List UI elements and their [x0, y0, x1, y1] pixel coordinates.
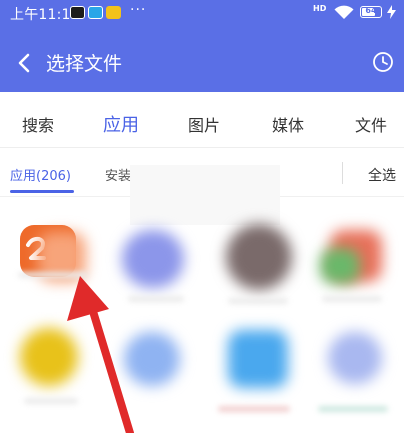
app-tile[interactable]: [226, 224, 292, 290]
tab-images[interactable]: 图片: [188, 112, 220, 136]
tab-apps[interactable]: 应用: [103, 111, 139, 137]
app-label: [24, 398, 78, 404]
page-title: 选择文件: [46, 53, 123, 75]
app-label: [228, 298, 288, 304]
app-tile[interactable]: [320, 248, 360, 284]
app-label: [318, 406, 388, 412]
app-header: 选择文件: [0, 38, 404, 88]
battery-percent: 64: [365, 6, 377, 15]
app-label: [322, 296, 382, 302]
battery-icon: 64: [360, 6, 382, 18]
select-all-button[interactable]: 全选: [368, 165, 396, 185]
app-tile[interactable]: [328, 332, 382, 384]
divider: [342, 162, 343, 184]
divider: [0, 147, 404, 148]
tab-files[interactable]: 文件: [355, 112, 387, 136]
subtab-apps[interactable]: 应用(206): [10, 165, 71, 184]
app-tile[interactable]: [20, 328, 78, 386]
back-button[interactable]: [12, 48, 36, 78]
wifi-icon: [334, 5, 354, 19]
app-label: [218, 406, 290, 412]
app-tile[interactable]: [228, 330, 288, 388]
network-hd-icon: HD: [313, 4, 327, 13]
tab-media[interactable]: 媒体: [272, 112, 304, 136]
clock-icon[interactable]: [372, 51, 394, 73]
app-grid: [0, 200, 404, 433]
notification-app-icon: [70, 6, 85, 19]
notification-app-icon: [88, 6, 103, 19]
charging-icon: [387, 5, 396, 19]
app-tile[interactable]: [124, 332, 180, 386]
status-bar: 上午11:14 ··· HD 64: [0, 0, 404, 26]
app-label: [128, 296, 184, 302]
app-tile[interactable]: [122, 230, 184, 288]
subtab-installed[interactable]: 安装: [105, 165, 131, 184]
app-label: [18, 272, 88, 278]
more-notifications-icon: ···: [130, 2, 147, 18]
active-subtab-indicator: [10, 190, 74, 193]
notification-app-icon: [106, 6, 121, 19]
category-tabs: 搜索 应用 图片 媒体 文件: [0, 100, 404, 146]
tab-search[interactable]: 搜索: [22, 112, 54, 136]
